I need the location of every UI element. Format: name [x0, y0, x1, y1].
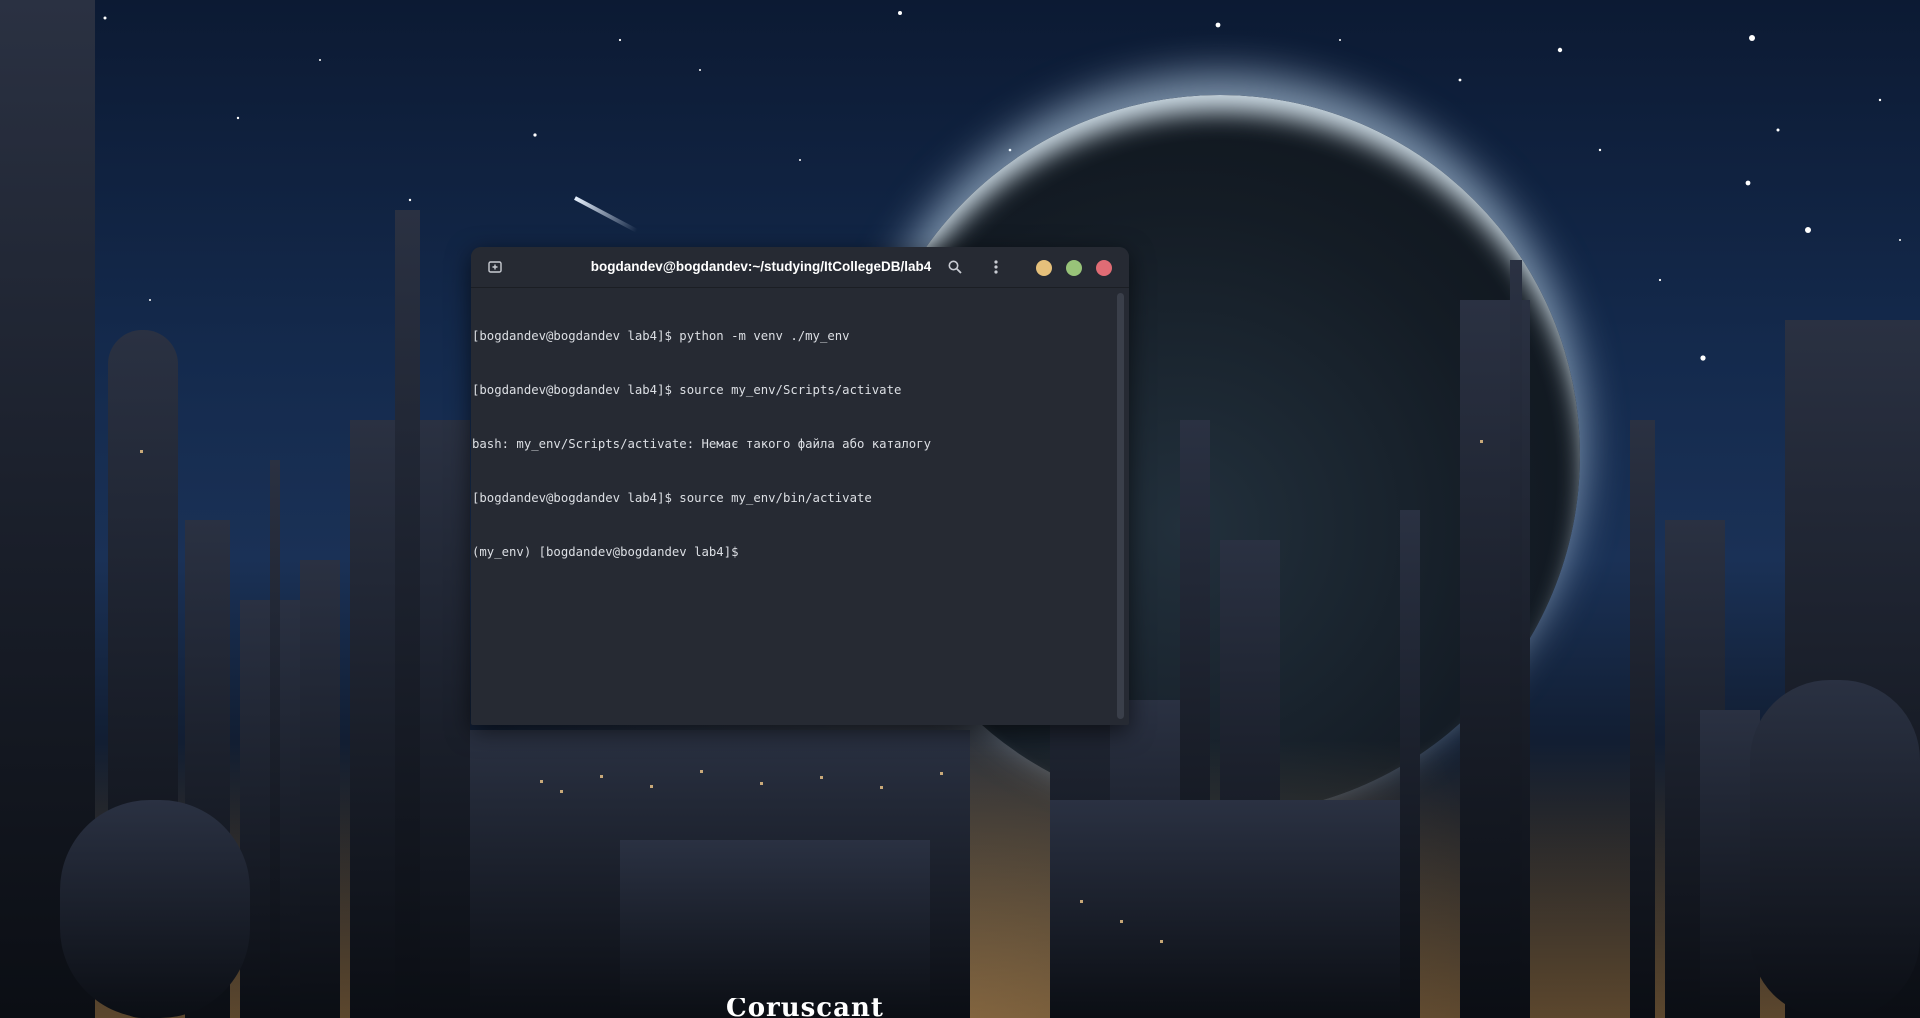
terminal-line: [bogdandev@bogdandev lab4]$ source my_en… — [472, 491, 872, 505]
search-button[interactable] — [945, 257, 965, 277]
menu-button[interactable] — [986, 257, 1006, 277]
terminal-scrollbar[interactable] — [1117, 293, 1124, 719]
terminal-line: [bogdandev@bogdandev lab4]$ source my_en… — [472, 383, 902, 397]
terminal-prompt: (my_env) [bogdandev@bogdandev lab4]$ — [472, 545, 739, 559]
terminal-line: [bogdandev@bogdandev lab4]$ python -m ve… — [472, 329, 850, 343]
terminal-titlebar[interactable]: bogdandev@bogdandev:~/studying/ItCollege… — [471, 247, 1129, 288]
wallpaper-caption: Coruscant — [726, 998, 884, 1018]
minimize-button[interactable] — [1036, 260, 1052, 276]
kebab-menu-icon — [994, 260, 998, 274]
terminal-prompt-line: (my_env) [bogdandev@bogdandev lab4]$ — [472, 543, 1115, 561]
search-icon — [948, 260, 962, 274]
terminal-line: bash: my_env/Scripts/activate: Немає так… — [472, 437, 932, 451]
terminal-title: bogdandev@bogdandev:~/studying/ItCollege… — [590, 259, 932, 274]
new-tab-icon — [488, 261, 502, 273]
close-button[interactable] — [1096, 260, 1112, 276]
terminal-output[interactable]: [bogdandev@bogdandev lab4]$ python -m ve… — [471, 288, 1115, 725]
maximize-button[interactable] — [1066, 260, 1082, 276]
new-tab-button[interactable] — [485, 257, 505, 277]
terminal-window[interactable]: bogdandev@bogdandev:~/studying/ItCollege… — [471, 247, 1129, 725]
